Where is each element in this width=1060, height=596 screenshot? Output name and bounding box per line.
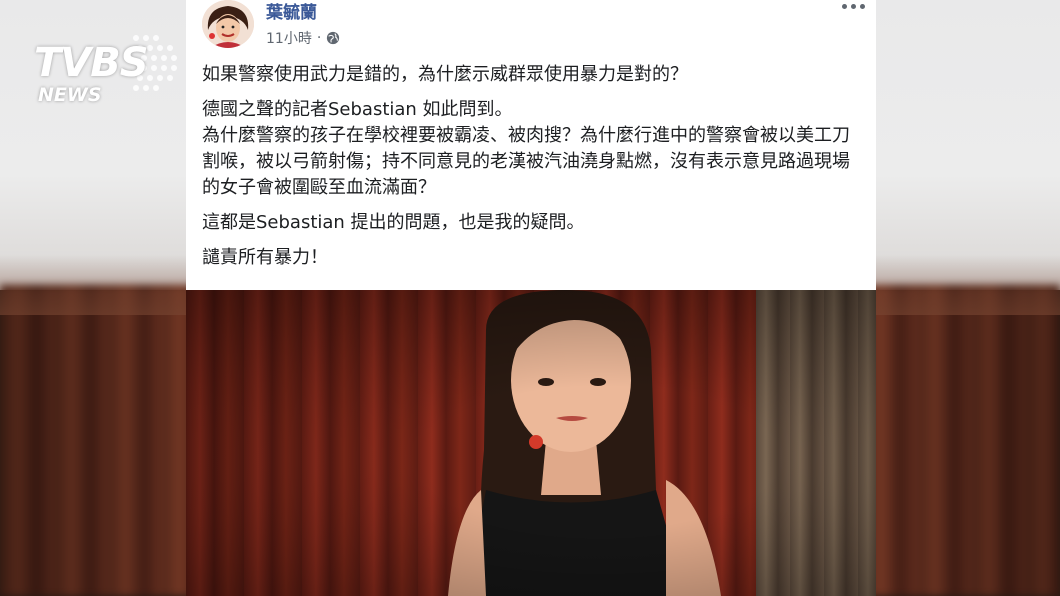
logo-sub-text: NEWS (38, 84, 102, 106)
photo-vignette (186, 290, 876, 596)
meta-separator: · (316, 30, 322, 46)
post-meta: 11小時 · (266, 28, 340, 48)
globe-icon[interactable] (326, 31, 340, 45)
profile-avatar[interactable] (202, 0, 254, 48)
post-paragraph-4: 譴責所有暴力！ (202, 247, 328, 268)
tvbs-news-logo: TVBS NEWS (34, 30, 184, 110)
avatar-image (202, 0, 254, 48)
logo-brand-text: TVBS (34, 40, 149, 86)
post-body: 如果警察使用武力是錯的，為什麼示威群眾使用暴力是對的？ 德國之聲的記者Sebas… (202, 62, 862, 280)
post-author-name[interactable]: 葉毓蘭 (266, 0, 317, 23)
post-paragraph-1: 如果警察使用武力是錯的，為什麼示威群眾使用暴力是對的？ (202, 64, 688, 85)
post-paragraph-3: 這都是Sebastian 提出的問題，也是我的疑問。 (202, 212, 585, 233)
post-paragraph-2: 德國之聲的記者Sebastian 如此問到。 為什麼警察的孩子在學校裡要被霸凌、… (202, 99, 850, 198)
post-photo[interactable] (186, 290, 876, 596)
more-dot-icon (841, 3, 847, 9)
more-dot-icon (850, 3, 856, 9)
more-options-button[interactable] (838, 0, 868, 12)
post-timestamp[interactable]: 11小時 (266, 28, 312, 48)
more-dot-icon (859, 3, 865, 9)
